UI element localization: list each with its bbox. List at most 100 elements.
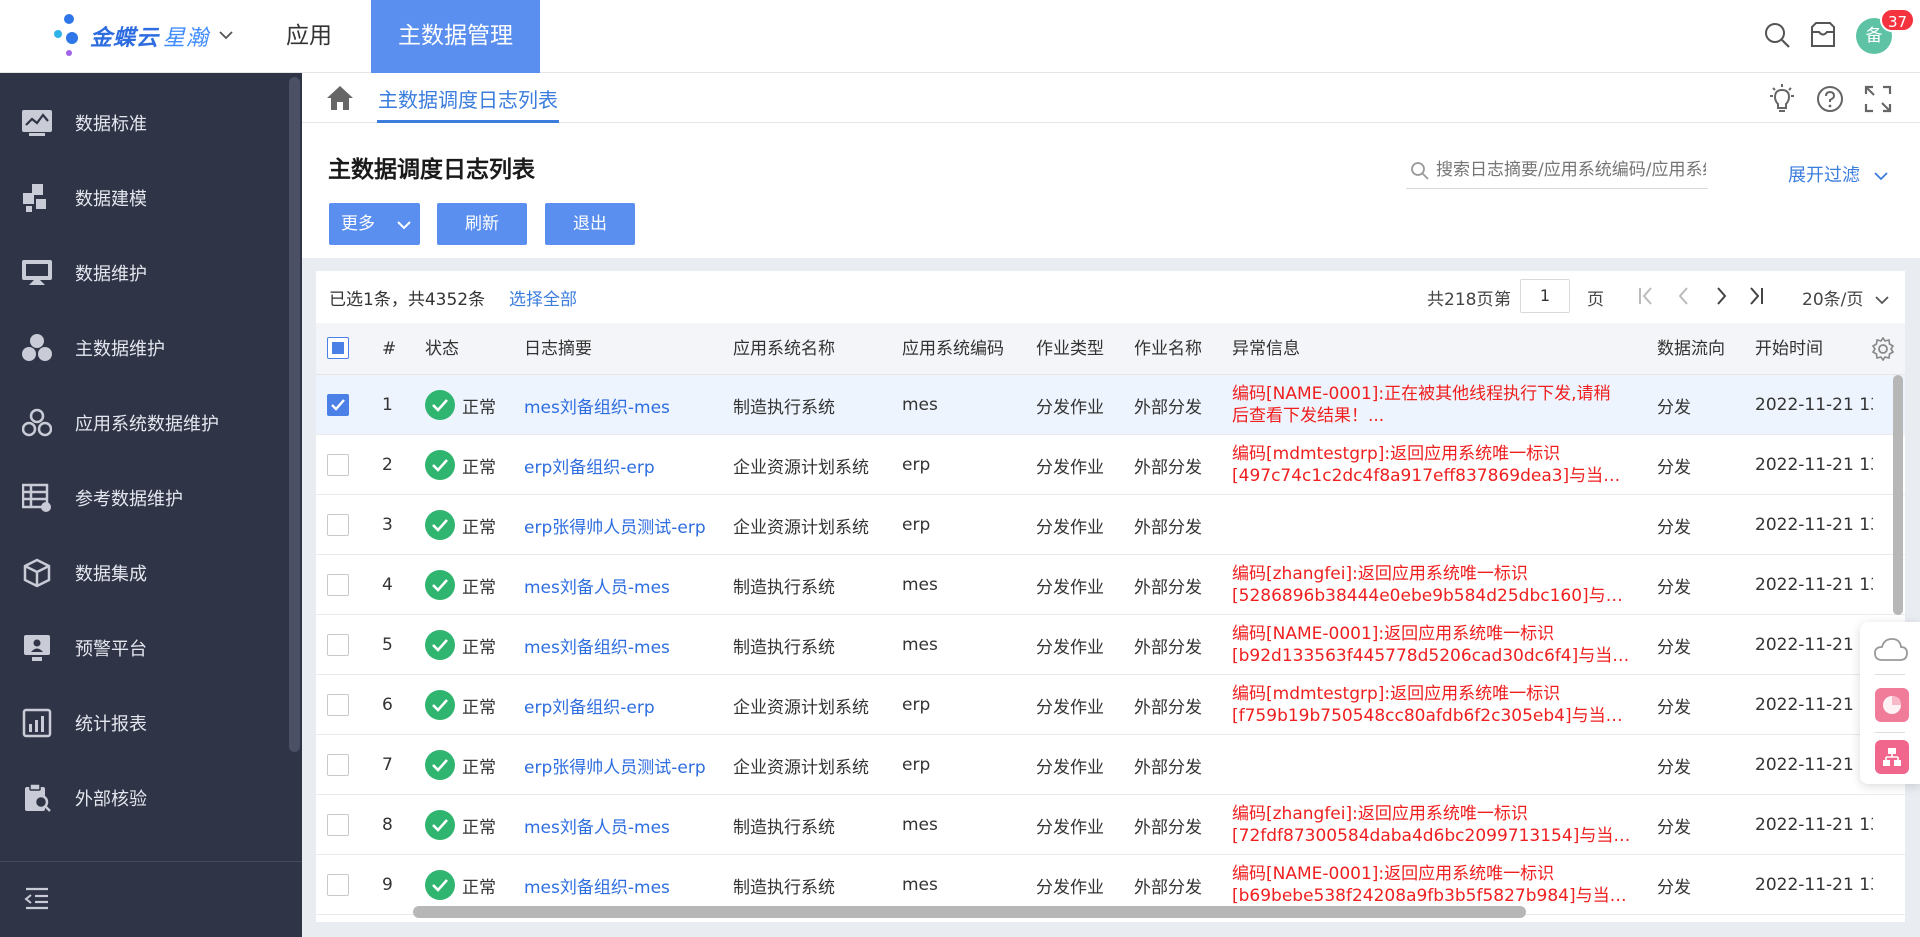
column-settings-icon[interactable]	[1871, 336, 1895, 366]
sidebar-item-data-modeling[interactable]: 数据建模	[0, 160, 289, 235]
start-time-cell: 2022-11-21 13:52	[1755, 455, 1873, 475]
row-checkbox[interactable]	[327, 615, 349, 675]
row-checkbox[interactable]	[327, 555, 349, 615]
data-flow-cell: 分发	[1657, 817, 1691, 838]
chevron-down-icon[interactable]	[219, 28, 233, 44]
search-icon[interactable]	[1762, 20, 1792, 50]
column-header[interactable]: 应用系统名称	[733, 323, 835, 375]
prev-page-icon[interactable]	[1673, 285, 1695, 312]
alert-platform-icon	[20, 631, 54, 665]
log-summary-link[interactable]: mes刘备人员-mes	[524, 555, 670, 615]
page-prefix: 第	[1494, 290, 1511, 310]
status-text: 正常	[462, 817, 496, 838]
nav-master-data[interactable]: 主数据管理	[371, 0, 540, 73]
row-number: 7	[382, 755, 393, 775]
header-checkbox[interactable]	[327, 337, 349, 361]
job-name-cell: 外部分发	[1134, 577, 1202, 598]
exit-button[interactable]: 退出	[545, 203, 635, 245]
vertical-scrollbar[interactable]	[1893, 375, 1903, 615]
column-header[interactable]: 状态	[425, 323, 459, 375]
sidebar-item-data-maintenance[interactable]: 数据维护	[0, 235, 289, 310]
table-header: # 状态 日志摘要 应用系统名称 应用系统编码 作业类型 作业名称 异常信息 数…	[316, 323, 1905, 375]
table-row[interactable]: 1 正常 mes刘备组织-mes 制造执行系统 mes 分发作业 外部分发 编码[NAME-0…	[316, 375, 1905, 435]
brand-name: 金蝶云 星瀚	[90, 26, 210, 51]
column-header[interactable]: 数据流向	[1657, 323, 1725, 375]
sidebar-collapse-button[interactable]	[0, 861, 302, 937]
log-summary-link[interactable]: erp张得帅人员测试-erp	[524, 735, 706, 795]
more-button[interactable]: 更多	[329, 203, 420, 245]
lightbulb-icon[interactable]	[1767, 84, 1797, 119]
sidebar-item-label: 预警平台	[75, 638, 147, 660]
start-time-cell: 2022-11-21 13:52	[1755, 395, 1873, 415]
row-checkbox[interactable]	[327, 795, 349, 855]
sidebar-item-label: 主数据维护	[75, 338, 165, 360]
tab-schedule-log-list[interactable]: 主数据调度日志列表	[377, 73, 559, 123]
app-code-cell: erp	[902, 515, 931, 535]
table-row[interactable]: 6 正常 erp刘备组织-erp 企业资源计划系统 erp 分发作业 外部分发 编码[mdmt…	[316, 675, 1905, 735]
app-name-cell: 制造执行系统	[733, 577, 835, 598]
help-icon[interactable]	[1815, 84, 1845, 119]
table-row[interactable]: 8 正常 mes刘备人员-mes 制造执行系统 mes 分发作业 外部分发 编码[zhangf…	[316, 795, 1905, 855]
log-summary-link[interactable]: mes刘备组织-mes	[524, 615, 670, 675]
sidebar-scrollbar[interactable]	[289, 77, 300, 752]
page-title: 主数据调度日志列表	[328, 157, 535, 183]
org-chart-icon[interactable]	[1875, 740, 1909, 774]
expand-filter-button[interactable]: 展开过滤	[1788, 161, 1888, 187]
row-checkbox[interactable]	[327, 735, 349, 795]
refresh-button[interactable]: 刷新	[437, 203, 527, 245]
table-row[interactable]: 2 正常 erp刘备组织-erp 企业资源计划系统 erp 分发作业 外部分发 编码[mdmt…	[316, 435, 1905, 495]
sidebar-item-external-verify[interactable]: 外部核验	[0, 760, 289, 835]
table-row[interactable]: 7 正常 erp张得帅人员测试-erp 企业资源计划系统 erp 分发作业 外部分发 分发 20…	[316, 735, 1905, 795]
sidebar-item-data-integration[interactable]: 数据集成	[0, 535, 289, 610]
row-checkbox[interactable]	[327, 855, 349, 915]
log-summary-link[interactable]: mes刘备组织-mes	[524, 375, 670, 435]
nav-app[interactable]: 应用	[270, 0, 348, 73]
log-summary-link[interactable]: erp刘备组织-erp	[524, 435, 655, 495]
table-row[interactable]: 3 正常 erp张得帅人员测试-erp 企业资源计划系统 erp 分发作业 外部分发 分发 20…	[316, 495, 1905, 555]
brand-logo[interactable]: 金蝶云 星瀚	[50, 12, 233, 60]
sidebar-item-app-system-data[interactable]: 应用系统数据维护	[0, 385, 289, 460]
sidebar-item-statistics-report[interactable]: 统计报表	[0, 685, 289, 760]
sidebar-item-data-standard[interactable]: 数据标准	[0, 85, 289, 160]
horizontal-scrollbar[interactable]	[413, 906, 1526, 918]
fullscreen-icon[interactable]	[1864, 85, 1892, 118]
page-size-select[interactable]: 20条/页	[1802, 285, 1889, 310]
log-summary-link[interactable]: erp刘备组织-erp	[524, 675, 655, 735]
row-checkbox[interactable]	[327, 495, 349, 555]
sidebar-item-alert-platform[interactable]: 预警平台	[0, 610, 289, 685]
error-info-cell: 编码[NAME-0001]:返回应用系统唯一标识 [b92d133563f4457…	[1232, 624, 1632, 666]
inbox-icon[interactable]	[1808, 20, 1838, 50]
column-header[interactable]: #	[382, 323, 396, 375]
sidebar-item-reference-data[interactable]: 参考数据维护	[0, 460, 289, 535]
next-page-icon[interactable]	[1710, 285, 1732, 312]
log-summary-link[interactable]: mes刘备人员-mes	[524, 795, 670, 855]
app-name-cell: 制造执行系统	[733, 397, 835, 418]
column-header[interactable]: 作业类型	[1036, 323, 1104, 375]
row-checkbox[interactable]	[327, 375, 349, 435]
status-text: 正常	[462, 397, 496, 418]
log-summary-link[interactable]: erp张得帅人员测试-erp	[524, 495, 706, 555]
row-checkbox[interactable]	[327, 675, 349, 735]
home-icon[interactable]	[326, 85, 354, 111]
row-checkbox[interactable]	[327, 435, 349, 495]
table-row[interactable]: 5 正常 mes刘备组织-mes 制造执行系统 mes 分发作业 外部分发 编码[NAME-0…	[316, 615, 1905, 675]
column-header[interactable]: 开始时间	[1755, 323, 1823, 375]
select-all-link[interactable]: 选择全部	[509, 285, 577, 310]
column-header[interactable]: 日志摘要	[524, 323, 592, 375]
selection-info: 已选1条，共4352条	[329, 290, 486, 310]
column-header[interactable]: 异常信息	[1232, 323, 1300, 375]
sidebar-item-master-data[interactable]: 主数据维护	[0, 310, 289, 385]
column-header[interactable]: 作业名称	[1134, 323, 1202, 375]
table-row[interactable]: 4 正常 mes刘备人员-mes 制造执行系统 mes 分发作业 外部分发 编码[zhangf…	[316, 555, 1905, 615]
notification-badge: 37	[1880, 8, 1916, 32]
check-circle-icon	[425, 630, 455, 660]
chart-pie-icon[interactable]	[1875, 688, 1909, 722]
column-header[interactable]: 应用系统编码	[902, 323, 1004, 375]
page-number-input[interactable]: 1	[1520, 279, 1570, 313]
search-input[interactable]	[1436, 157, 1706, 183]
error-info-cell: 编码[zhangfei]:返回应用系统唯一标识 [5286896b38444e0e…	[1232, 564, 1632, 606]
cloud-icon[interactable]	[1873, 636, 1909, 667]
last-page-icon[interactable]	[1745, 285, 1767, 312]
start-time-cell: 2022-11-21 13:52	[1755, 515, 1873, 535]
first-page-icon[interactable]	[1636, 285, 1658, 312]
